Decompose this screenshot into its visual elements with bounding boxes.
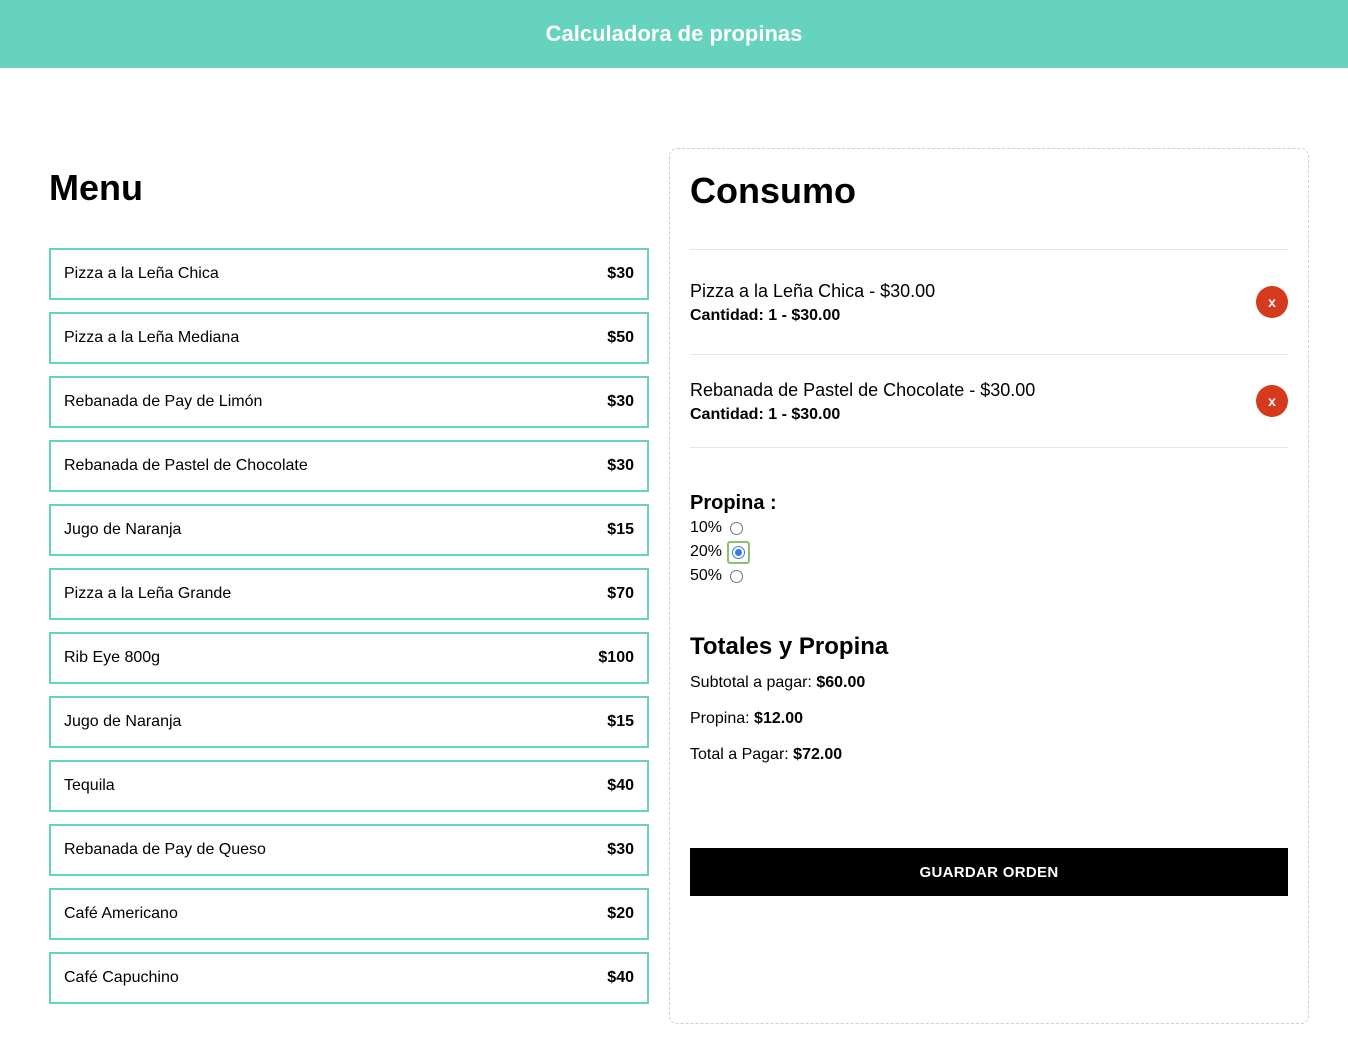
tip-radio-20[interactable] [732,545,746,559]
menu-item-name: Jugo de Naranja [64,713,182,730]
menu-item-price: $30 [607,841,634,858]
tip-radio-10[interactable] [730,521,744,535]
menu-item[interactable]: Rebanada de Pay de Queso $30 [49,824,649,876]
menu-item[interactable]: Jugo de Naranja $15 [49,696,649,748]
menu-item-price: $30 [607,265,634,282]
order-item: Rebanada de Pastel de Chocolate - $30.00… [690,355,1288,448]
tip-option-label: 20% [690,543,723,560]
menu-item-price: $40 [607,777,634,794]
grand-total-value: $72.00 [793,746,843,763]
menu-item-name: Rebanada de Pay de Queso [64,841,266,858]
tip-option-20: 20% [690,540,1288,564]
order-item-name: Pizza a la Leña Chica - $30.00 [690,281,936,301]
menu-item-name: Pizza a la Leña Chica [64,265,219,282]
order-item: Pizza a la Leña Chica - $30.00 Cantidad:… [690,250,1288,355]
tip-total-value: $12.00 [754,710,803,727]
menu-list: Pizza a la Leña Chica $30 Pizza a la Leñ… [49,248,649,1004]
subtotal-line: Subtotal a pagar: $60.00 [690,672,1288,694]
tip-option-label: 10% [690,519,723,536]
menu-item-name: Pizza a la Leña Mediana [64,329,240,346]
tip-option-50: 50% [690,564,1288,588]
consumo-panel: Consumo Pizza a la Leña Chica - $30.00 C… [669,148,1309,1024]
remove-item-button[interactable]: x [1256,286,1288,318]
tip-title: Propina : [690,492,777,514]
order-item-quantity: Cantidad: 1 - $30.00 [690,307,841,324]
menu-item-name: Rib Eye 800g [64,649,161,666]
menu-section: Menu Pizza a la Leña Chica $30 Pizza a l… [49,148,649,1016]
subtotal-value: $60.00 [816,674,866,691]
menu-item-price: $70 [607,585,634,602]
tip-option-10: 10% [690,516,1288,540]
menu-item[interactable]: Pizza a la Leña Chica $30 [49,248,649,300]
tip-section: Propina : 10% 20% 50% [690,490,1288,588]
menu-item-price: $15 [607,713,634,730]
menu-item[interactable]: Jugo de Naranja $15 [49,504,649,556]
consumo-title: Consumo [690,170,856,211]
menu-item-name: Café Americano [64,905,178,922]
menu-item[interactable]: Pizza a la Leña Mediana $50 [49,312,649,364]
menu-item[interactable]: Café Americano $20 [49,888,649,940]
menu-item[interactable]: Pizza a la Leña Grande $70 [49,568,649,620]
tip-total-label: Propina: [690,710,755,727]
tip-radio-focus-ring [727,540,751,564]
menu-title: Menu [49,167,143,208]
menu-item-name: Rebanada de Pastel de Chocolate [64,457,308,474]
order-item-quantity: Cantidad: 1 - $30.00 [690,406,841,423]
app-header: Calculadora de propinas [0,0,1348,68]
menu-item-price: $50 [607,329,634,346]
menu-item-price: $20 [607,905,634,922]
totals-title: Totales y Propina [690,633,889,660]
menu-item[interactable]: Café Capuchino $40 [49,952,649,1004]
menu-item[interactable]: Tequila $40 [49,760,649,812]
order-item-name: Rebanada de Pastel de Chocolate - $30.00 [690,380,1036,400]
menu-item[interactable]: Rebanada de Pastel de Chocolate $30 [49,440,649,492]
remove-item-button[interactable]: x [1256,385,1288,417]
order-list: Pizza a la Leña Chica - $30.00 Cantidad:… [690,249,1288,448]
menu-item[interactable]: Rib Eye 800g $100 [49,632,649,684]
tip-total-line: Propina: $12.00 [690,708,1288,730]
app-title: Calculadora de propinas [545,21,803,46]
save-order-button[interactable]: GUARDAR ORDEN [690,848,1288,896]
menu-item-name: Café Capuchino [64,969,179,986]
menu-item-name: Tequila [64,777,115,794]
menu-item[interactable]: Rebanada de Pay de Limón $30 [49,376,649,428]
tip-radio-50[interactable] [730,569,744,583]
totals-section: Totales y Propina Subtotal a pagar: $60.… [690,632,1288,766]
grand-total-line: Total a Pagar: $72.00 [690,744,1288,766]
menu-item-price: $30 [607,457,634,474]
menu-item-price: $15 [607,521,634,538]
menu-item-name: Jugo de Naranja [64,521,182,538]
menu-item-name: Rebanada de Pay de Limón [64,393,263,410]
menu-item-name: Pizza a la Leña Grande [64,585,232,602]
grand-total-label: Total a Pagar: [690,746,794,763]
subtotal-label: Subtotal a pagar: [690,674,817,691]
menu-item-price: $30 [607,393,634,410]
tip-option-label: 50% [690,567,723,584]
menu-item-price: $100 [598,649,634,666]
menu-item-price: $40 [607,969,634,986]
